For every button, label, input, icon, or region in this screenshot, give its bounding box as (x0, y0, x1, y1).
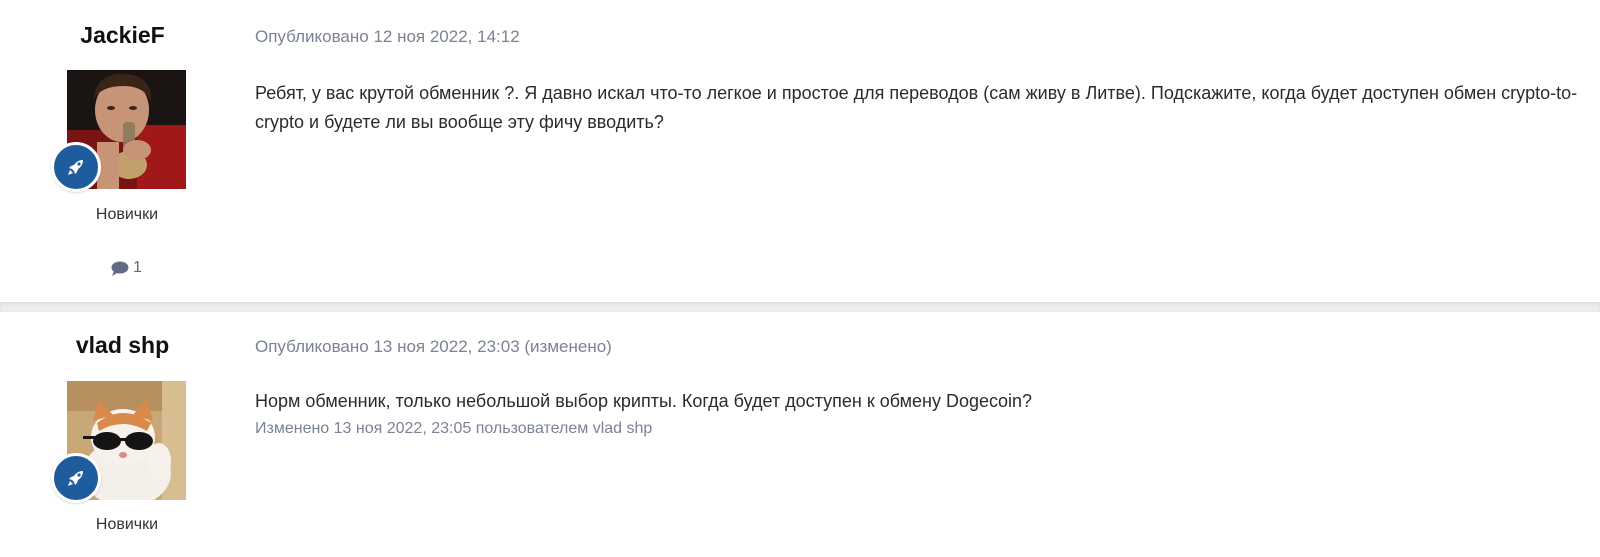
post-content: Норм обменник, только небольшой выбор кр… (255, 391, 1033, 411)
post-author-column: vlad shp Новички (0, 312, 250, 557)
rank-badge (51, 142, 101, 192)
edited-note: Изменено 13 ноя 2022, 23:05 пользователе… (255, 420, 653, 437)
post-content: Ребят, у вас крутой обменник ?. Я давно … (255, 83, 1578, 132)
post-date-link[interactable]: Опубликовано 13 ноя 2022, 23:03 (изменен… (255, 337, 612, 357)
rank-badge (51, 453, 101, 503)
comment-icon (111, 261, 129, 276)
user-group-label: Новички (95, 516, 159, 533)
post-count-link[interactable]: 1 (111, 259, 142, 277)
author-name-link[interactable]: JackieF (0, 22, 245, 49)
forum-post: JackieF Новички 1 Опубликовано 12 ноя 20… (0, 0, 1600, 302)
post-author-column: JackieF Новички 1 (0, 0, 250, 302)
forum-post: vlad shp Новички Опубликовано 13 ноя 202… (0, 312, 1600, 557)
post-date-link[interactable]: Опубликовано 12 ноя 2022, 14:12 (255, 27, 520, 47)
rocket-icon (68, 160, 83, 175)
user-group-label: Новички (95, 206, 159, 223)
post-separator (0, 302, 1600, 312)
author-name-link[interactable]: vlad shp (0, 332, 245, 359)
post-count-value: 1 (133, 259, 142, 276)
rocket-icon (68, 471, 83, 486)
